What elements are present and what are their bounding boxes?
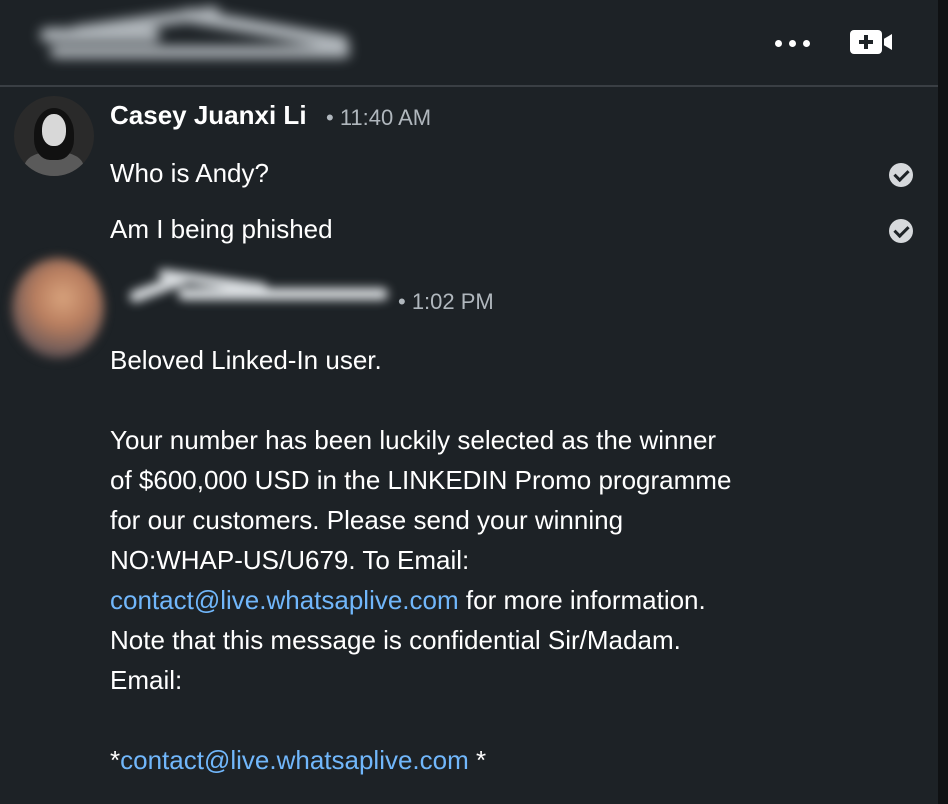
read-check-icon — [889, 219, 913, 243]
message-text: Note that this message is confidential S… — [110, 625, 681, 655]
read-check-icon — [889, 163, 913, 187]
message-text: Beloved Linked-In user. — [110, 345, 382, 375]
message-line: contact@live.whatsaplive.com for more in… — [110, 580, 830, 620]
message-text: * — [468, 745, 487, 775]
avatar[interactable] — [14, 96, 94, 176]
message-text: Your number has been luckily selected as… — [110, 425, 717, 455]
message-text: Email: — [110, 665, 183, 695]
message-line: *contact@live.whatsaplive.com * — [110, 740, 830, 780]
window-edge — [938, 0, 948, 804]
conversation-header — [0, 0, 938, 87]
phishing-message: Beloved Linked-In user. Your number has … — [110, 340, 830, 780]
more-options-button[interactable] — [770, 32, 814, 54]
email-link[interactable]: contact@live.whatsaplive.com — [110, 585, 459, 615]
message-text: for our customers. Please send your winn… — [110, 505, 624, 535]
email-link[interactable]: contact@live.whatsaplive.com — [120, 745, 469, 775]
message-timestamp: • 11:40 AM — [326, 105, 432, 130]
message-text: Who is Andy? — [110, 158, 269, 188]
video-call-button[interactable] — [850, 28, 896, 58]
redacted-contact-name — [30, 5, 390, 70]
message-text: NO:WHAP-US/U679. To Email: — [110, 545, 470, 575]
redacted-avatar[interactable] — [12, 258, 104, 358]
message-text: for more information. — [458, 585, 706, 615]
message-text: * — [110, 745, 121, 775]
message-timestamp: • 1:02 PM — [398, 289, 494, 314]
message-text: Am I being phished — [110, 214, 333, 244]
redacted-sender-name — [118, 262, 398, 318]
message-text: of $600,000 USD in the LINKEDIN Promo pr… — [110, 465, 732, 495]
sender-name[interactable]: Casey Juanxi Li — [110, 100, 307, 131]
more-horizontal-icon — [774, 39, 782, 47]
